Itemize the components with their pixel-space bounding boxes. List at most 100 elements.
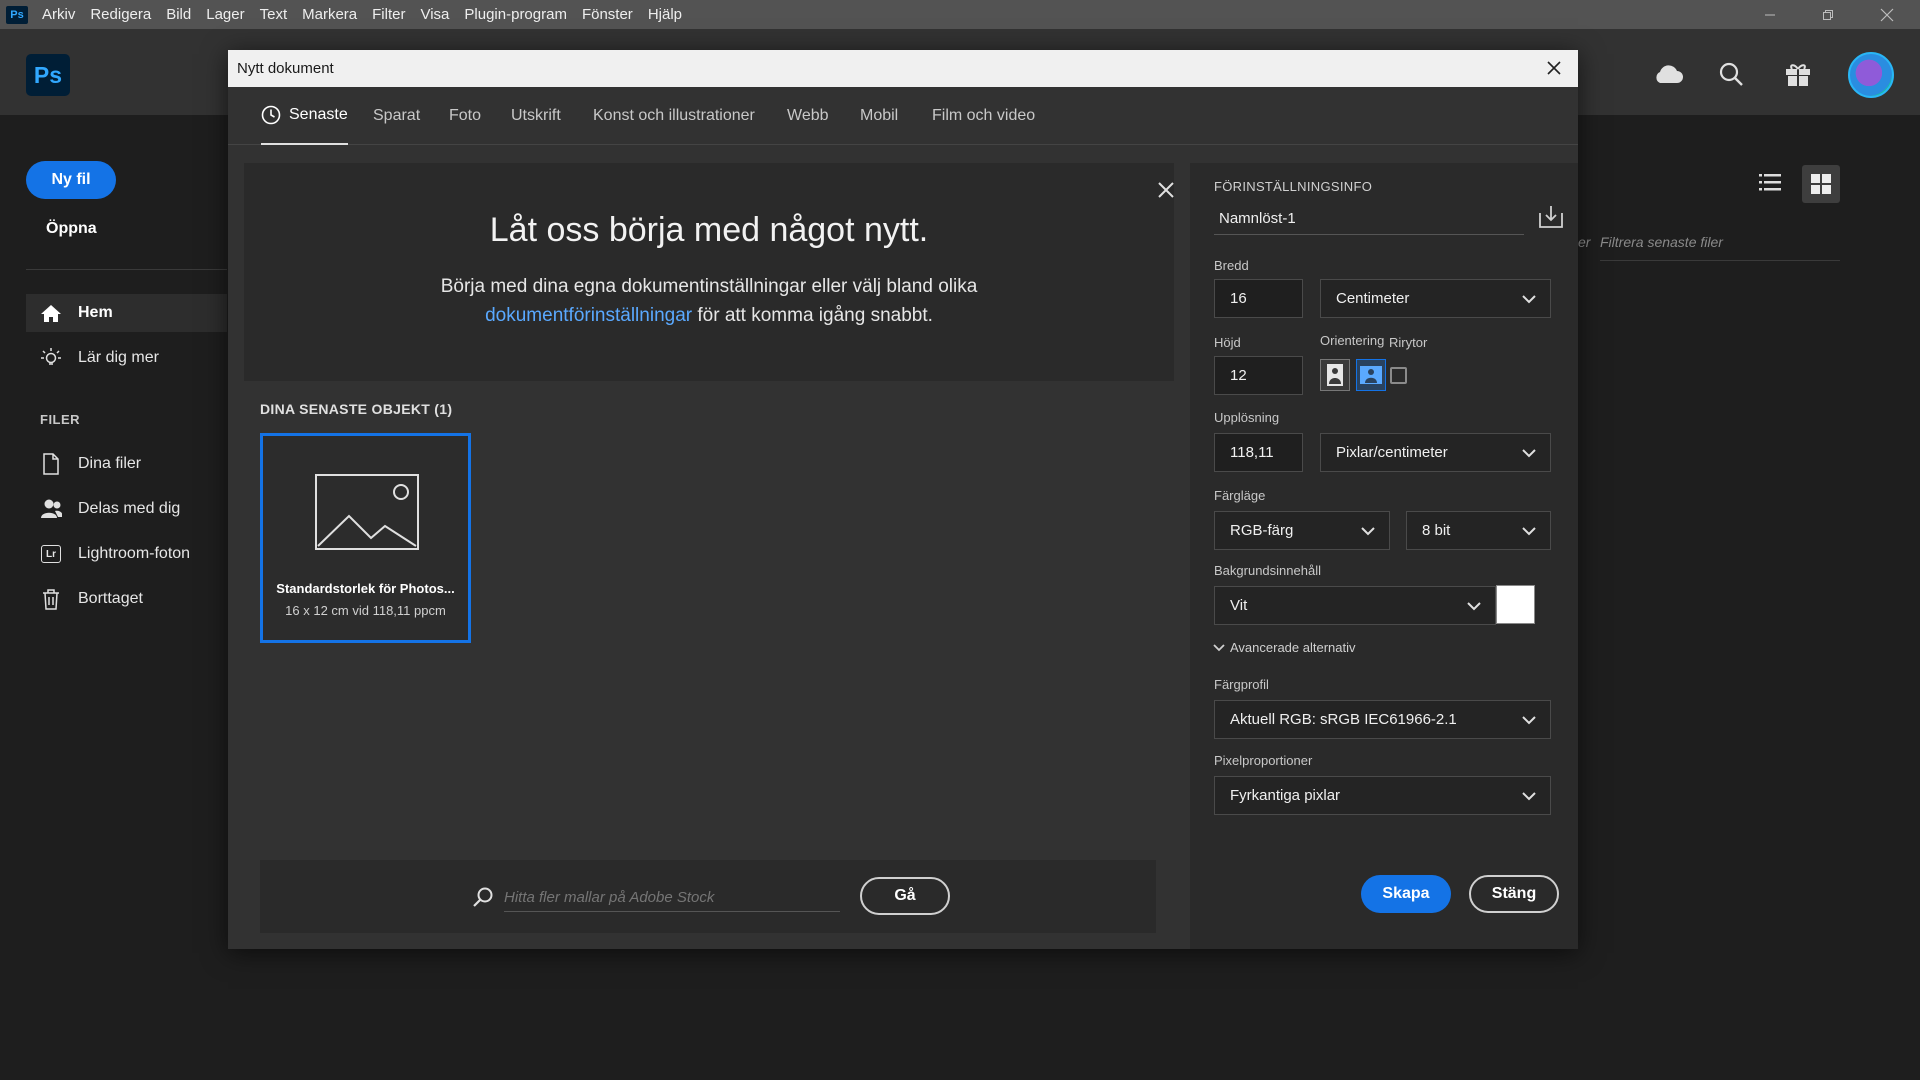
recent-item-card[interactable]: Standardstorlek för Photos... 16 x 12 cm… [260, 433, 471, 643]
chevron-down-icon [1213, 643, 1225, 651]
welcome-text-start: Börja med dina egna dokumentinställninga… [440, 276, 978, 297]
create-button[interactable]: Skapa [1361, 875, 1451, 913]
grid-view-button[interactable] [1802, 165, 1840, 203]
gift-button[interactable] [1780, 56, 1816, 92]
restore-button[interactable] [1803, 0, 1853, 29]
background-color-swatch[interactable] [1496, 585, 1535, 624]
files-heading: FILER [40, 412, 81, 427]
preset-heading: FÖRINSTÄLLNINGSINFO [1214, 179, 1373, 194]
width-label: Bredd [1214, 258, 1249, 273]
sidebar-item-label: Hem [78, 304, 113, 321]
close-window-button[interactable] [1862, 0, 1912, 29]
search-icon [1719, 62, 1743, 86]
tab-konst-och-illustrationer[interactable]: Konst och illustrationer [593, 87, 755, 145]
recent-item-detail: 16 x 12 cm vid 118,11 ppcm [285, 603, 446, 618]
sidebar-item-lightroom-foton[interactable]: Lr Lightroom-foton [26, 535, 227, 573]
photoshop-logo-icon: Ps [6, 5, 28, 24]
pixel-aspect-select[interactable]: Fyrkantiga pixlar [1214, 776, 1551, 815]
background-label: Bakgrundsinnehåll [1214, 563, 1321, 578]
filter-recent-input[interactable]: Filtrera senaste filer [1600, 234, 1840, 261]
chevron-down-icon [1522, 791, 1536, 801]
landscape-orientation-button[interactable] [1356, 359, 1386, 391]
stock-search-input[interactable] [504, 884, 840, 912]
background-select[interactable]: Vit [1214, 586, 1496, 625]
open-button[interactable]: Öppna [46, 220, 97, 238]
tab-sparat[interactable]: Sparat [373, 87, 420, 145]
tab-film-och-video[interactable]: Film och video [932, 87, 1035, 145]
tab-mobil[interactable]: Mobil [860, 87, 898, 145]
artboards-checkbox[interactable] [1390, 367, 1407, 384]
menu-lager[interactable]: Lager [206, 6, 244, 23]
bit-depth-value: 8 bit [1422, 522, 1451, 539]
color-profile-select[interactable]: Aktuell RGB: sRGB IEC61966-2.1 [1214, 700, 1551, 739]
tab-label: Senaste [289, 106, 348, 123]
dialog-title: Nytt dokument [237, 60, 334, 77]
sidebar-item-label: Lär dig mer [78, 349, 159, 366]
search-button[interactable] [1713, 56, 1749, 92]
new-file-button[interactable]: Ny fil [26, 161, 116, 199]
document-name-field[interactable]: Namnlöst-1 [1214, 203, 1524, 235]
sidebar-item-dina-filer[interactable]: Dina filer [26, 445, 227, 483]
dialog-close-button[interactable] [1540, 54, 1568, 82]
menu-text[interactable]: Text [260, 6, 288, 23]
tab-senaste[interactable]: Senaste [261, 87, 348, 145]
artboards-label: Rirytor [1389, 335, 1428, 350]
width-input[interactable]: 16 [1214, 279, 1303, 318]
height-input[interactable]: 12 [1214, 356, 1303, 395]
menu-redigera[interactable]: Redigera [90, 6, 151, 23]
minimize-button[interactable] [1745, 0, 1795, 29]
menu-bild[interactable]: Bild [166, 6, 191, 23]
sidebar-divider [26, 269, 227, 270]
chevron-down-icon [1522, 715, 1536, 725]
chevron-down-icon [1522, 294, 1536, 304]
menu-markera[interactable]: Markera [302, 6, 357, 23]
file-icon [40, 453, 62, 475]
go-button[interactable]: Gå [860, 877, 950, 915]
banner-close-button[interactable] [1153, 177, 1179, 203]
close-icon [1547, 61, 1561, 75]
gift-icon [1786, 64, 1810, 86]
sidebar-item-delas-med-dig[interactable]: Delas med dig [26, 490, 227, 528]
lightroom-icon: Lr [40, 543, 62, 565]
presets-link[interactable]: dokumentförinställningar [485, 305, 692, 326]
user-avatar[interactable] [1848, 52, 1894, 98]
sidebar-item-borttaget[interactable]: Borttaget [26, 580, 227, 618]
stock-search-bar: Gå [260, 860, 1156, 933]
chevron-down-icon [1467, 601, 1481, 611]
resolution-unit-select[interactable]: Pixlar/centimeter [1320, 433, 1551, 472]
menu-plugin[interactable]: Plugin-program [464, 6, 567, 23]
menu-visa[interactable]: Visa [420, 6, 449, 23]
background-value: Vit [1230, 597, 1248, 614]
cloud-button[interactable] [1650, 56, 1686, 92]
tab-webb[interactable]: Webb [787, 87, 829, 145]
minimize-icon [1765, 14, 1775, 15]
menu-fonster[interactable]: Fönster [582, 6, 633, 23]
menu-filter[interactable]: Filter [372, 6, 405, 23]
welcome-text: Börja med dina egna dokumentinställninga… [394, 272, 1024, 330]
portrait-orientation-button[interactable] [1320, 359, 1350, 391]
list-view-button[interactable] [1753, 165, 1787, 199]
close-button[interactable]: Stäng [1469, 875, 1559, 913]
advanced-options-toggle[interactable]: Avancerade alternativ [1212, 640, 1356, 655]
menu-arkiv[interactable]: Arkiv [42, 6, 75, 23]
sidebar-item-hem[interactable]: Hem [26, 294, 227, 332]
sidebar-item-label: Delas med dig [78, 500, 181, 517]
tab-foto[interactable]: Foto [449, 87, 481, 145]
pixel-aspect-label: Pixelproportioner [1214, 753, 1313, 768]
menu-hjalp[interactable]: Hjälp [648, 6, 682, 23]
resolution-input[interactable]: 118,11 [1214, 433, 1303, 472]
bit-depth-select[interactable]: 8 bit [1406, 511, 1551, 550]
new-document-dialog: Nytt dokument Senaste Sparat Foto Utskri… [228, 50, 1578, 949]
resolution-unit-value: Pixlar/centimeter [1336, 444, 1448, 461]
orientation-label: Orientering [1320, 333, 1385, 348]
clock-icon [261, 105, 281, 125]
width-unit-value: Centimeter [1336, 290, 1410, 307]
sidebar-item-lar-dig-mer[interactable]: Lär dig mer [26, 339, 227, 377]
save-preset-button[interactable] [1538, 205, 1564, 234]
width-unit-select[interactable]: Centimeter [1320, 279, 1551, 318]
color-profile-label: Färgprofil [1214, 677, 1269, 692]
cloud-icon [1656, 65, 1683, 83]
color-mode-select[interactable]: RGB-färg [1214, 511, 1390, 550]
tab-utskrift[interactable]: Utskrift [511, 87, 561, 145]
sidebar-item-label: Lightroom-foton [78, 545, 191, 562]
